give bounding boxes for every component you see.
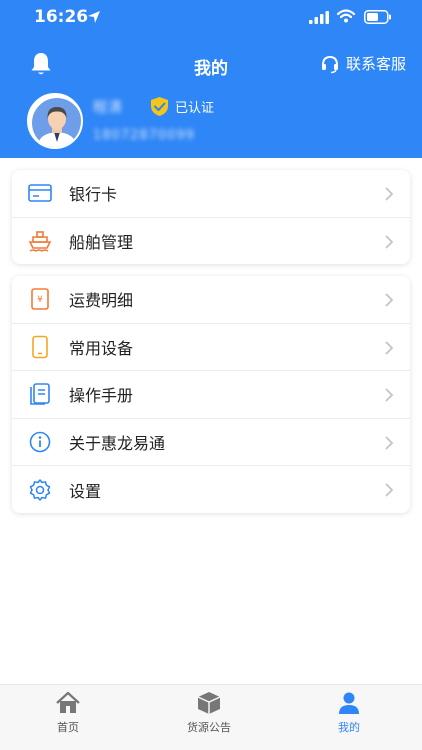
menu-item-label: 船舶管理	[69, 233, 134, 253]
tab-cargo-announcements[interactable]: 货源公告	[159, 691, 259, 735]
gear-icon	[28, 478, 52, 502]
chevron-right-icon	[385, 234, 394, 249]
info-icon	[28, 430, 52, 454]
home-icon	[56, 691, 80, 713]
tab-home[interactable]: 首页	[18, 691, 118, 735]
wifi-icon	[337, 9, 355, 23]
menu-item-ship-management[interactable]: 船舶管理	[12, 218, 410, 265]
freight-detail-icon: ¥	[28, 287, 52, 311]
manual-icon	[28, 382, 52, 406]
tab-label: 货源公告	[187, 721, 231, 734]
device-icon	[28, 335, 52, 359]
verified-label: 已认证	[175, 101, 215, 116]
svg-text:¥: ¥	[37, 295, 43, 305]
chevron-right-icon	[385, 340, 394, 355]
menu-item-bank-card[interactable]: 银行卡	[12, 170, 410, 218]
avatar-person-icon	[29, 95, 81, 147]
verified-badge: 已认证	[150, 96, 214, 117]
contact-service-label: 联系客服	[345, 55, 406, 73]
menu-item-label: 操作手册	[69, 386, 134, 406]
verified-shield-icon	[151, 97, 168, 116]
ship-icon	[28, 229, 52, 253]
status-bar: 16:26	[0, 0, 422, 36]
tab-label: 首页	[57, 721, 79, 734]
user-phone: 18072870099	[93, 128, 195, 143]
chevron-right-icon	[385, 483, 394, 497]
headset-icon	[321, 55, 338, 73]
menu-item-label: 关于惠龙易通	[69, 433, 166, 453]
chevron-right-icon	[385, 187, 394, 201]
status-time: 16:26	[34, 7, 89, 27]
menu-item-label: 设置	[69, 481, 102, 501]
avatar[interactable]	[27, 93, 83, 149]
menu-item-label: 银行卡	[69, 185, 118, 205]
person-icon	[339, 692, 359, 714]
tab-label: 我的	[338, 721, 360, 734]
battery-icon	[364, 10, 391, 24]
tab-mine[interactable]: 我的	[299, 691, 399, 735]
bank-card-icon	[28, 181, 52, 205]
general-menu-card: ¥ 运费明细 常用设备 操作手册 关于惠龙易通 设置	[12, 276, 410, 513]
menu-item-settings[interactable]: 设置	[12, 466, 410, 513]
chevron-right-icon	[385, 293, 394, 307]
menu-item-freight-detail[interactable]: ¥ 运费明细	[12, 276, 410, 324]
menu-item-label: 运费明细	[69, 291, 134, 311]
menu-item-about[interactable]: 关于惠龙易通	[12, 419, 410, 466]
chevron-right-icon	[385, 435, 394, 450]
box-icon	[197, 692, 221, 714]
bottom-tab-bar: 首页 货源公告 我的	[0, 684, 422, 750]
user-name: 程清	[93, 100, 123, 116]
profile-header: 16:26 我的 联系客服 程清 已认证 18072870099	[0, 0, 422, 158]
contact-service-button[interactable]: 联系客服	[320, 53, 406, 74]
menu-item-common-devices[interactable]: 常用设备	[12, 324, 410, 371]
menu-item-label: 常用设备	[69, 338, 134, 358]
cellular-signal-icon	[309, 11, 329, 24]
chevron-right-icon	[385, 388, 394, 402]
location-arrow-icon	[88, 11, 100, 23]
account-menu-card: 银行卡 船舶管理	[12, 170, 410, 264]
menu-item-operation-manual[interactable]: 操作手册	[12, 371, 410, 419]
